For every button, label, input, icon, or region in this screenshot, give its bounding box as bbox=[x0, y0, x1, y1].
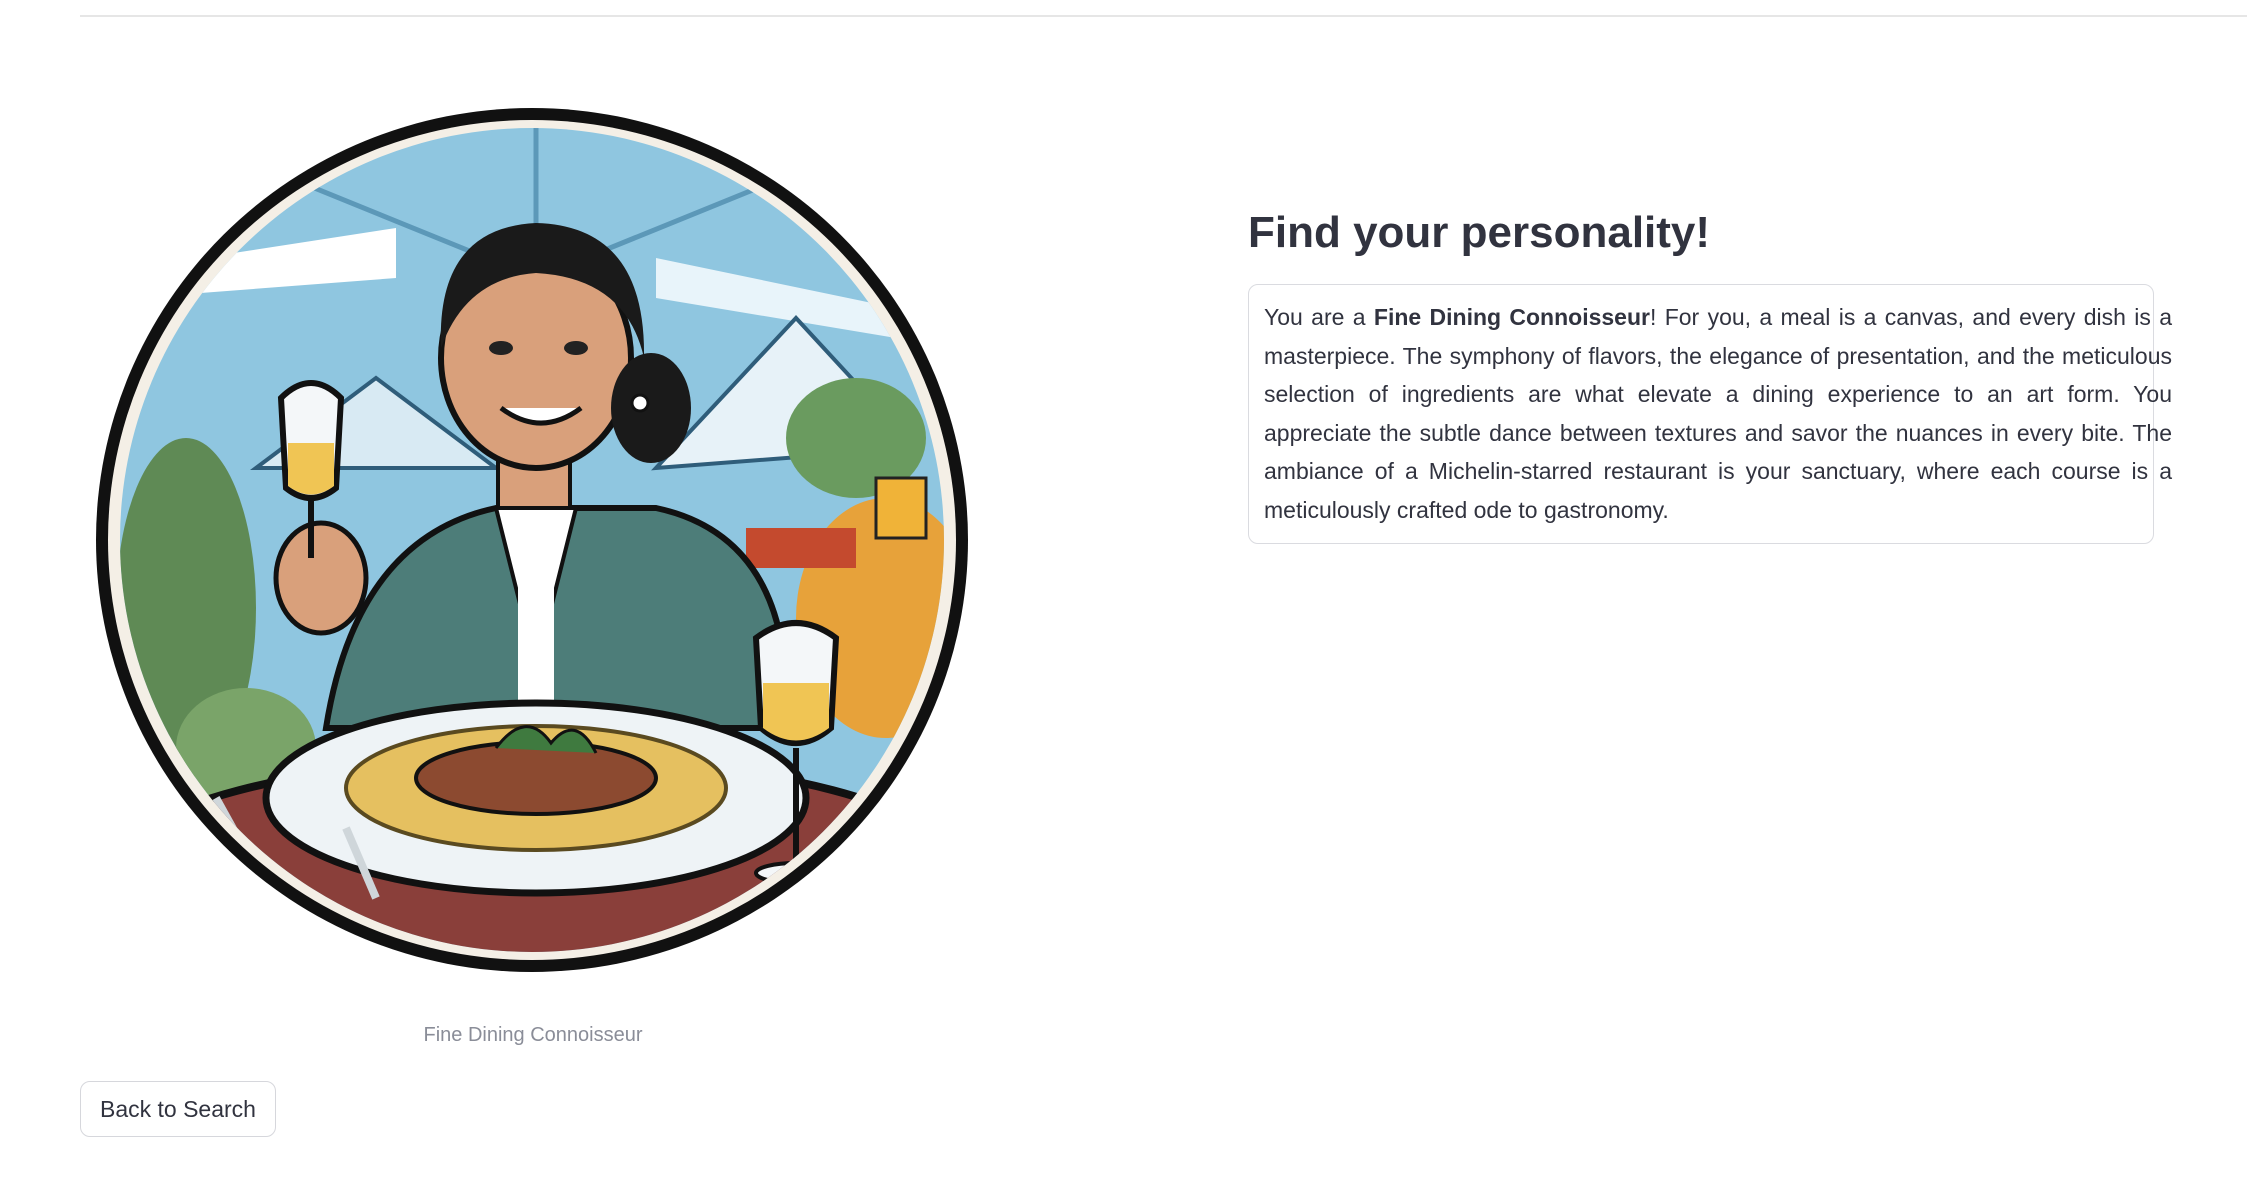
description-prefix: You are a bbox=[1264, 304, 1374, 330]
personality-description: You are a Fine Dining Connoisseur! For y… bbox=[1264, 298, 2172, 529]
image-caption: Fine Dining Connoisseur bbox=[423, 1024, 643, 1046]
personality-name: Fine Dining Connoisseur bbox=[1373, 304, 1650, 330]
personality-illustration bbox=[96, 108, 976, 988]
back-to-search-button[interactable]: Back to Search bbox=[80, 1081, 276, 1137]
top-divider bbox=[80, 15, 2247, 17]
page-heading: Find your personality! bbox=[1248, 208, 1711, 257]
description-body: ! For you, a meal is a canvas, and every… bbox=[1264, 304, 2172, 523]
